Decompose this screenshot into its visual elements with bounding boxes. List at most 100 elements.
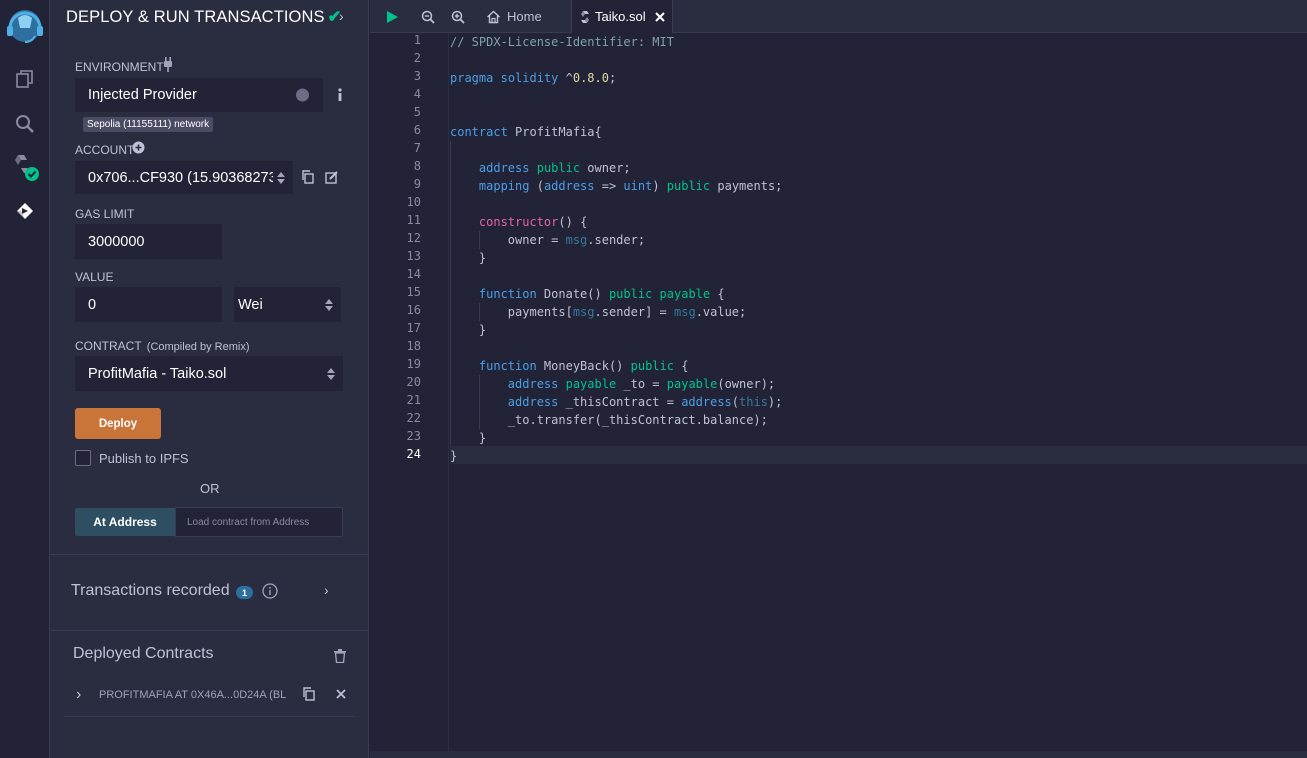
info-icon[interactable] [332,87,348,103]
line-number: 10 [406,195,421,209]
line-number: 4 [413,87,421,101]
line-number: 5 [413,105,421,119]
code-line: owner = msg.sender; [450,233,646,247]
trash-icon[interactable] [332,648,348,664]
code-line: address _thisContract = address(this); [507,395,783,409]
close-icon[interactable] [333,686,349,702]
remix-logo-icon[interactable] [4,6,46,46]
line-number: 6 [413,123,421,137]
line-number: 2 [413,51,421,65]
close-tab-icon[interactable] [654,11,665,22]
transactions-count-badge: 1 [236,586,253,599]
code-line: } [450,449,458,463]
network-tooltip: Sepolia (11155111) network [83,117,214,132]
solidity-compiler-icon[interactable] [10,152,40,182]
search-icon[interactable] [10,109,40,139]
environment-label: ENVIRONMENT [75,60,164,74]
panel-title: DEPLOY & RUN TRANSACTIONS ✔ [66,8,342,26]
code-line: function Donate() public payable { [478,287,725,301]
line-number: 17 [406,321,421,335]
divider [50,554,368,555]
editor-area: Home Taiko.sol 1 2 3 4 5 6 7 8 9 10 11 1… [370,0,1307,758]
line-number: 24 [406,447,421,461]
publish-ipfs-checkbox[interactable] [75,450,91,466]
select-arrows-icon [325,298,333,311]
contract-label: CONTRACT (Compiled by Remix) [75,339,250,353]
code-line: // SPDX-License-Identifier: MIT [450,35,674,49]
deployed-contracts-title: Deployed Contracts [73,645,214,662]
code-line: address payable _to = payable(owner); [507,377,776,391]
line-number: 11 [406,213,421,227]
line-number: 8 [413,159,421,173]
run-script-icon[interactable] [385,0,399,33]
zoom-in-icon[interactable] [451,0,465,33]
value-input[interactable]: 0 [75,287,222,322]
select-arrows-icon [327,367,335,380]
environment-select[interactable]: Injected Provider [75,78,323,112]
code-line: mapping (address => uint) public payment… [478,179,783,193]
line-number: 7 [413,141,421,155]
copy-icon[interactable] [300,169,316,185]
line-number: 23 [406,429,421,443]
chevron-right-icon[interactable]: › [339,8,344,24]
divider [64,716,354,717]
gas-limit-label: GAS LIMIT [75,207,135,221]
deploy-run-panel: DEPLOY & RUN TRANSACTIONS ✔ › ENVIRONMENT… [50,0,369,758]
code-line: constructor() { [478,215,588,229]
divider [50,630,368,631]
publish-ipfs-label: Publish to IPFS [99,451,189,466]
line-number: 13 [406,249,421,263]
line-number: 1 [413,33,421,47]
gas-limit-input[interactable]: 3000000 [75,224,222,259]
editor-tabbar: Home Taiko.sol [370,0,1307,33]
code-line: } [450,251,487,265]
chevron-right-icon[interactable]: › [76,686,81,704]
line-number: 21 [406,393,421,407]
code-line: address public owner; [478,161,631,175]
deployed-contract-item[interactable]: PROFITMAFIA AT 0X46A...0D24A (BL [99,689,287,701]
code-line: } [450,323,487,337]
plug-icon [160,57,176,73]
home-icon [486,10,501,24]
select-arrows-icon [296,88,309,102]
value-unit-select[interactable]: Wei [234,287,341,322]
line-number: 14 [406,267,421,281]
at-address-input[interactable]: Load contract from Address [175,507,343,537]
line-number: 19 [406,357,421,371]
line-number: 22 [406,411,421,425]
account-label: ACCOUNT [75,143,135,157]
line-number: 15 [406,285,421,299]
tab-home[interactable]: Home [486,0,570,33]
line-number: 9 [413,177,421,191]
icon-bar [0,0,50,758]
zoom-out-icon[interactable] [421,0,435,33]
or-label: OR [200,481,220,496]
select-arrows-icon [277,171,285,184]
transactions-recorded-title[interactable]: Transactions recorded [71,582,230,600]
edit-icon[interactable] [324,169,340,185]
at-address-button[interactable]: At Address [75,508,175,536]
chevron-right-icon[interactable]: › [324,582,329,598]
code-line: function MoneyBack() public { [478,359,689,373]
line-number: 18 [406,339,421,353]
value-label: VALUE [75,270,114,284]
add-account-icon[interactable] [132,141,145,154]
code-line: pragma solidity ^0.8.0; [450,71,617,85]
account-select[interactable]: 0x706...CF930 (15.90368273 [75,161,293,194]
deploy-button[interactable]: Deploy [75,408,161,439]
file-explorer-icon[interactable] [10,64,40,94]
code-line: contract ProfitMafia{ [450,125,602,139]
line-number: 16 [406,303,421,317]
code-editor[interactable]: // SPDX-License-Identifier: MIT pragma s… [450,33,1307,751]
code-line: } [450,431,487,445]
copy-icon[interactable] [301,686,317,702]
solidity-file-icon [581,10,589,23]
code-line: _to.transfer(_thisContract.balance); [450,413,768,427]
deploy-run-icon[interactable] [10,196,40,226]
tab-taiko-sol[interactable]: Taiko.sol [571,0,673,33]
info-circle-icon[interactable] [262,583,278,599]
horizontal-scrollbar[interactable] [370,751,1307,758]
code-line: payments[msg.sender] = msg.value; [450,305,747,319]
line-number: 20 [406,375,421,389]
contract-select[interactable]: ProfitMafia - Taiko.sol [75,356,343,391]
